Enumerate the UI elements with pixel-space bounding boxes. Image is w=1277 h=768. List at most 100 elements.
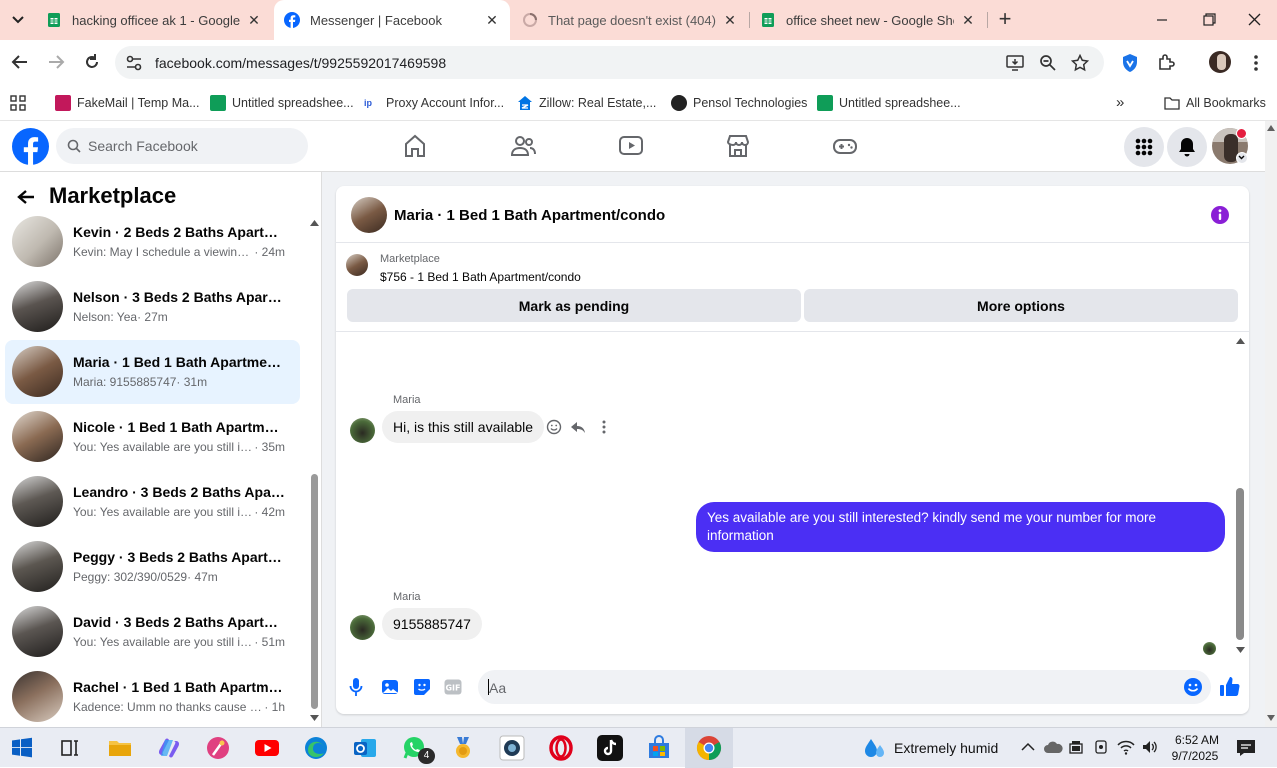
opera-icon[interactable]	[548, 735, 574, 761]
emoji-icon[interactable]	[1183, 677, 1203, 697]
new-tab-icon[interactable]: +	[994, 8, 1016, 31]
sticker-icon[interactable]	[413, 678, 431, 696]
scroll-up-icon[interactable]	[310, 220, 319, 226]
conversation-item[interactable]: Leandro · 3 Beds 2 Baths Apart... You: Y…	[5, 470, 300, 534]
conversation-item[interactable]: Nicole · 1 Bed 1 Bath Apartment... You: …	[5, 405, 300, 469]
marketplace-icon[interactable]	[725, 133, 751, 159]
scroll-up-icon[interactable]	[1267, 125, 1275, 131]
restore-icon[interactable]	[1200, 12, 1218, 28]
site-settings-icon[interactable]	[125, 54, 143, 72]
conversation-item[interactable]: David · 3 Beds 2 Baths Apartme... You: Y…	[5, 600, 300, 664]
more-bookmarks-icon[interactable]: »	[1116, 94, 1124, 111]
page-scrollbar[interactable]	[1265, 121, 1277, 727]
windows-start-icon[interactable]	[9, 735, 35, 761]
tab-messenger[interactable]: Messenger | Facebook ✕	[274, 0, 510, 40]
listing-thumbnail[interactable]	[346, 254, 368, 276]
show-hidden-icons-icon[interactable]	[1021, 742, 1035, 752]
scroll-up-icon[interactable]	[1236, 338, 1245, 344]
gif-icon[interactable]: GIF	[444, 679, 462, 695]
bookmark-pensol[interactable]: Pensol Technologies	[671, 93, 807, 113]
microphone-icon[interactable]	[349, 677, 363, 697]
mark-as-pending-button[interactable]: Mark as pending	[347, 289, 801, 322]
shield-extension-icon[interactable]	[1121, 53, 1139, 73]
bookmark-spreadsheet-1[interactable]: Untitled spreadshee...	[210, 93, 354, 113]
weather-text[interactable]: Extremely humid	[894, 740, 998, 756]
tab-hacking-sheet[interactable]: hacking officee ak 1 - Google S ✕	[36, 0, 272, 40]
chrome-menu-icon[interactable]	[1250, 53, 1262, 73]
message-bubble-incoming[interactable]: 9155885747	[382, 608, 482, 640]
conversation-item-selected[interactable]: Maria · 1 Bed 1 Bath Apartment/... Maria…	[5, 340, 300, 404]
facebook-logo-icon[interactable]	[12, 128, 49, 165]
volume-icon[interactable]	[1141, 739, 1159, 755]
home-icon[interactable]	[402, 133, 428, 159]
clock-date[interactable]: 9/7/2025	[1168, 749, 1222, 763]
zoom-icon[interactable]	[1039, 54, 1057, 72]
tab-office-sheet[interactable]: office sheet new - Google Shee ✕	[750, 0, 986, 40]
close-tab-icon[interactable]: ✕	[722, 12, 738, 29]
bookmark-spreadsheet-2[interactable]: Untitled spreadshee...	[817, 93, 961, 113]
more-options-button[interactable]: More options	[804, 289, 1238, 322]
copilot-icon[interactable]	[156, 735, 182, 761]
like-thumbs-up-icon[interactable]	[1219, 676, 1240, 697]
dark-app-icon[interactable]	[499, 735, 525, 761]
address-bar[interactable]: facebook.com/messages/t/9925592017469598	[115, 46, 1104, 79]
profile-avatar[interactable]	[1209, 51, 1231, 73]
close-tab-icon[interactable]: ✕	[246, 12, 262, 29]
weather-humid-icon[interactable]	[864, 737, 886, 761]
tiktok-icon[interactable]	[597, 735, 623, 761]
messages-scrollbar[interactable]	[1236, 488, 1244, 640]
onedrive-icon[interactable]	[1043, 740, 1063, 754]
reload-icon[interactable]	[80, 50, 104, 74]
conversation-item[interactable]: Nelson · 3 Beds 2 Baths Apartm... Nelson…	[5, 275, 300, 339]
account-chevron-icon[interactable]	[1236, 152, 1248, 164]
sender-avatar[interactable]	[350, 615, 375, 640]
edge-icon[interactable]	[303, 735, 329, 761]
message-bubble-incoming[interactable]: Hi, is this still available	[382, 411, 545, 443]
listing-price[interactable]: $756 - 1 Bed 1 Bath Apartment/condo	[380, 270, 581, 284]
conversation-item[interactable]: Peggy · 3 Beds 2 Baths Apartme... Peggy:…	[5, 535, 300, 599]
chrome-icon[interactable]	[696, 735, 722, 761]
conversation-item[interactable]: Kevin · 2 Beds 2 Baths Apartme... Kevin:…	[5, 210, 300, 274]
close-tab-icon[interactable]: ✕	[484, 12, 500, 29]
all-bookmarks[interactable]: All Bookmarks	[1164, 93, 1266, 113]
friends-icon[interactable]	[510, 133, 536, 159]
minimize-icon[interactable]	[1153, 12, 1171, 28]
more-actions-icon[interactable]	[598, 419, 610, 435]
outlook-icon[interactable]	[352, 735, 378, 761]
info-icon[interactable]	[1210, 205, 1230, 225]
react-emoji-icon[interactable]	[546, 419, 562, 435]
menu-button[interactable]	[1124, 127, 1164, 167]
tab-search-icon[interactable]	[7, 9, 29, 31]
close-window-icon[interactable]	[1246, 12, 1264, 28]
art-app-icon[interactable]	[205, 735, 231, 761]
reply-icon[interactable]	[570, 419, 586, 435]
task-view-icon[interactable]	[57, 735, 83, 761]
attach-image-icon[interactable]	[381, 678, 399, 696]
bookmark-proxy[interactable]: ip Proxy Account Infor...	[364, 93, 504, 113]
back-icon[interactable]	[8, 50, 32, 74]
watch-icon[interactable]	[618, 133, 644, 159]
search-input[interactable]: Search Facebook	[56, 128, 308, 164]
battery-power-icon[interactable]	[1068, 739, 1084, 755]
close-tab-icon[interactable]: ✕	[960, 12, 976, 29]
notifications-button[interactable]	[1167, 127, 1207, 167]
forward-icon[interactable]	[44, 50, 68, 74]
bookmark-fakemail[interactable]: FakeMail | Temp Ma...	[55, 93, 200, 113]
apps-grid-icon[interactable]	[10, 95, 26, 111]
install-app-icon[interactable]	[1006, 54, 1024, 72]
scroll-down-icon[interactable]	[1236, 647, 1245, 653]
chat-avatar[interactable]	[351, 197, 387, 233]
bookmark-zillow[interactable]: Zillow: Real Estate,...	[517, 93, 656, 113]
chat-title[interactable]: Maria · 1 Bed 1 Bath Apartment/condo	[394, 207, 665, 224]
device-icon[interactable]	[1093, 739, 1109, 755]
back-arrow-icon[interactable]	[17, 189, 35, 205]
conversation-scrollbar[interactable]	[311, 474, 318, 709]
tab-404[interactable]: That page doesn't exist (404) - F ✕	[512, 0, 748, 40]
file-explorer-icon[interactable]	[107, 735, 133, 761]
youtube-icon[interactable]	[254, 735, 280, 761]
gaming-icon[interactable]	[832, 133, 858, 159]
extensions-icon[interactable]	[1157, 53, 1176, 72]
sender-avatar[interactable]	[350, 418, 375, 443]
rewards-medal-icon[interactable]	[450, 735, 476, 761]
wifi-icon[interactable]	[1117, 739, 1135, 755]
